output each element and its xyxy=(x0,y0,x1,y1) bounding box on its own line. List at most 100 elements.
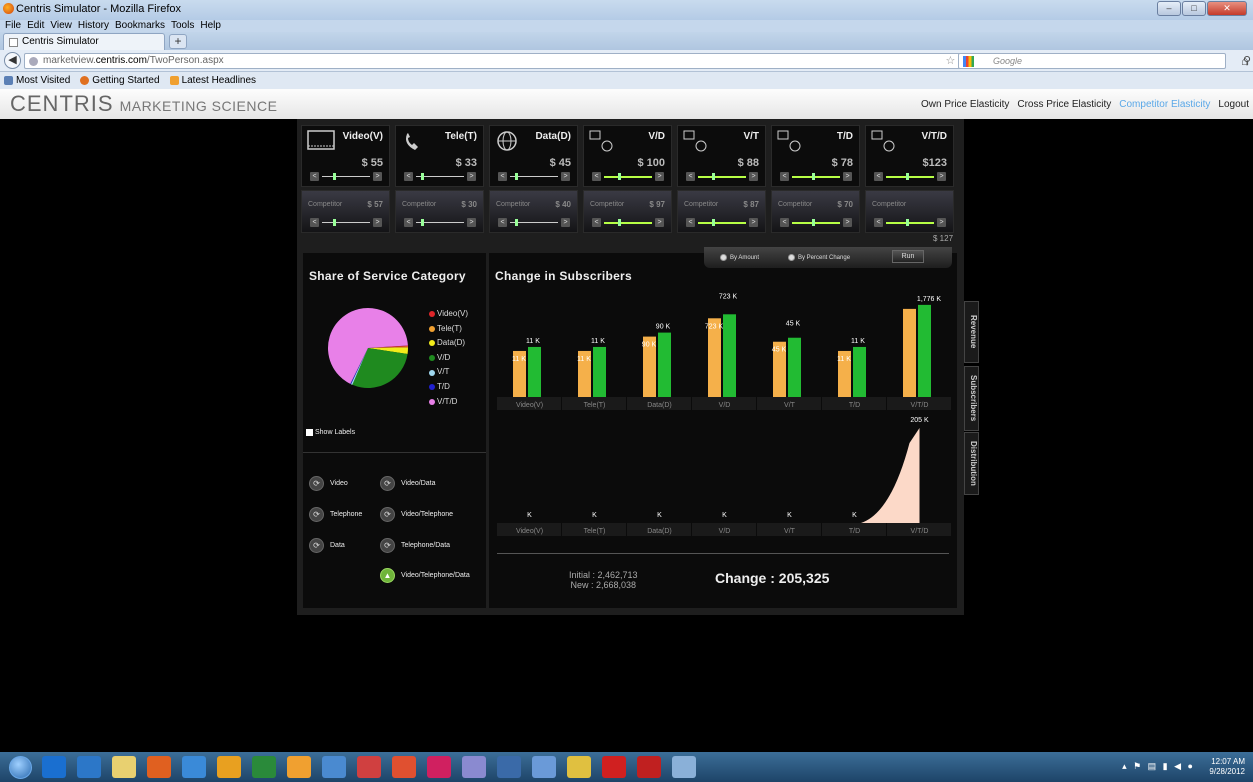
taskbar-app-icon[interactable] xyxy=(287,756,311,778)
menu-help[interactable]: Help xyxy=(200,20,221,32)
slider-right-icon[interactable]: > xyxy=(655,172,664,181)
taskbar-app-icon[interactable] xyxy=(252,756,276,778)
taskbar-app-icon[interactable] xyxy=(42,756,66,778)
competitor-slider-data-d[interactable]: < > xyxy=(498,218,570,227)
slider-left-icon[interactable]: < xyxy=(686,172,695,181)
price-slider-v-d[interactable]: < > xyxy=(592,172,664,181)
slider-thumb[interactable] xyxy=(711,173,715,180)
slider-left-icon[interactable]: < xyxy=(498,172,507,181)
search-input[interactable]: Google ⚲ xyxy=(958,53,1251,69)
cycle-icon[interactable]: ⟳ xyxy=(309,476,324,491)
slider-thumb[interactable] xyxy=(514,173,518,180)
menu-file[interactable]: File xyxy=(5,20,21,32)
slider-track[interactable] xyxy=(604,176,652,178)
segment-button-video-telephone-data[interactable]: ▲ Video/Telephone/Data xyxy=(380,568,470,583)
competitor-slider-video-v[interactable]: < > xyxy=(310,218,382,227)
slider-thumb[interactable] xyxy=(420,173,424,180)
menu-tools[interactable]: Tools xyxy=(171,20,194,32)
tab-subscribers[interactable]: Subscribers xyxy=(964,366,979,431)
slider-left-icon[interactable]: < xyxy=(404,172,413,181)
competitor-slider-v-t-d[interactable]: < > xyxy=(874,218,946,227)
slider-left-icon[interactable]: < xyxy=(780,172,789,181)
slider-track[interactable] xyxy=(792,176,840,178)
slider-right-icon[interactable]: > xyxy=(561,218,570,227)
segment-button-video[interactable]: ⟳ Video xyxy=(309,476,348,491)
cycle-icon[interactable]: ⟳ xyxy=(380,507,395,522)
home-icon[interactable]: ⌂ xyxy=(1241,53,1249,68)
segment-button-data[interactable]: ⟳ Data xyxy=(309,538,345,553)
slider-track[interactable] xyxy=(886,222,934,224)
slider-right-icon[interactable]: > xyxy=(937,218,946,227)
taskbar-app-icon[interactable] xyxy=(112,756,136,778)
slider-left-icon[interactable]: < xyxy=(592,218,601,227)
slider-thumb[interactable] xyxy=(617,173,621,180)
competitor-slider-tele-t[interactable]: < > xyxy=(404,218,476,227)
taskbar-app-icon[interactable] xyxy=(182,756,206,778)
url-bar[interactable]: marketview.centris.com/TwoPerson.aspx ☆ … xyxy=(24,53,1026,69)
menu-edit[interactable]: Edit xyxy=(27,20,44,32)
slider-left-icon[interactable]: < xyxy=(498,218,507,227)
slider-right-icon[interactable]: > xyxy=(373,218,382,227)
slider-right-icon[interactable]: > xyxy=(749,218,758,227)
slider-track[interactable] xyxy=(604,222,652,224)
taskbar-app-icon[interactable] xyxy=(567,756,591,778)
new-tab-button[interactable]: + xyxy=(169,34,187,49)
taskbar-app-icon[interactable] xyxy=(322,756,346,778)
price-slider-v-t-d[interactable]: < > xyxy=(874,172,946,181)
taskbar-app-icon[interactable] xyxy=(497,756,521,778)
slider-right-icon[interactable]: > xyxy=(749,172,758,181)
segment-button-telephone-data[interactable]: ⟳ Telephone/Data xyxy=(380,538,450,553)
slider-track[interactable] xyxy=(322,222,370,223)
cycle-icon[interactable]: ⟳ xyxy=(380,538,395,553)
taskbar-app-icon[interactable] xyxy=(427,756,451,778)
price-slider-video-v[interactable]: < > xyxy=(310,172,382,181)
slider-left-icon[interactable]: < xyxy=(592,172,601,181)
slider-right-icon[interactable]: > xyxy=(937,172,946,181)
tab-revenue[interactable]: Revenue xyxy=(964,301,979,363)
price-slider-v-t[interactable]: < > xyxy=(686,172,758,181)
taskbar-app-icon[interactable] xyxy=(637,756,661,778)
cycle-icon[interactable]: ⟳ xyxy=(309,507,324,522)
slider-left-icon[interactable]: < xyxy=(310,218,319,227)
taskbar-app-icon[interactable] xyxy=(147,756,171,778)
slider-thumb[interactable] xyxy=(711,219,715,226)
slider-thumb[interactable] xyxy=(514,219,518,226)
bookmark-most-visited[interactable]: Most Visited xyxy=(4,72,70,89)
bookmark-getting-started[interactable]: Getting Started xyxy=(80,72,160,89)
menu-bookmarks[interactable]: Bookmarks xyxy=(115,20,165,32)
back-button[interactable]: ◀ xyxy=(4,52,21,69)
slider-track[interactable] xyxy=(792,222,840,224)
taskbar-app-icon[interactable] xyxy=(217,756,241,778)
close-button[interactable]: ✕ xyxy=(1207,1,1247,16)
slider-right-icon[interactable]: > xyxy=(843,172,852,181)
taskbar-app-icon[interactable] xyxy=(672,756,696,778)
price-slider-tele-t[interactable]: < > xyxy=(404,172,476,181)
slider-thumb[interactable] xyxy=(333,173,337,180)
slider-left-icon[interactable]: < xyxy=(686,218,695,227)
segment-button-telephone[interactable]: ⟳ Telephone xyxy=(309,507,362,522)
competitor-slider-v-d[interactable]: < > xyxy=(592,218,664,227)
slider-track[interactable] xyxy=(698,222,746,224)
slider-thumb[interactable] xyxy=(812,219,816,226)
slider-left-icon[interactable]: < xyxy=(780,218,789,227)
slider-track[interactable] xyxy=(698,176,746,178)
bookmark-latest-headlines[interactable]: Latest Headlines xyxy=(169,72,256,89)
competitor-slider-t-d[interactable]: < > xyxy=(780,218,852,227)
arrow-up-icon[interactable]: ▲ xyxy=(380,568,395,583)
start-button[interactable] xyxy=(9,756,32,779)
show-labels-checkbox[interactable]: Show Labels xyxy=(306,429,355,436)
slider-thumb[interactable] xyxy=(333,219,337,226)
tab-centris-simulator[interactable]: Centris Simulator xyxy=(3,33,165,50)
slider-track[interactable] xyxy=(886,176,934,178)
nav-logout[interactable]: Logout xyxy=(1218,99,1249,110)
segment-button-video-telephone[interactable]: ⟳ Video/Telephone xyxy=(380,507,453,522)
cycle-icon[interactable]: ⟳ xyxy=(380,476,395,491)
slider-left-icon[interactable]: < xyxy=(310,172,319,181)
taskbar-app-icon[interactable] xyxy=(357,756,381,778)
slider-left-icon[interactable]: < xyxy=(874,172,883,181)
nav-cross-price-elasticity[interactable]: Cross Price Elasticity xyxy=(1017,99,1111,110)
price-slider-data-d[interactable]: < > xyxy=(498,172,570,181)
taskbar-app-icon[interactable] xyxy=(392,756,416,778)
slider-thumb[interactable] xyxy=(617,219,621,226)
menu-view[interactable]: View xyxy=(50,20,72,32)
